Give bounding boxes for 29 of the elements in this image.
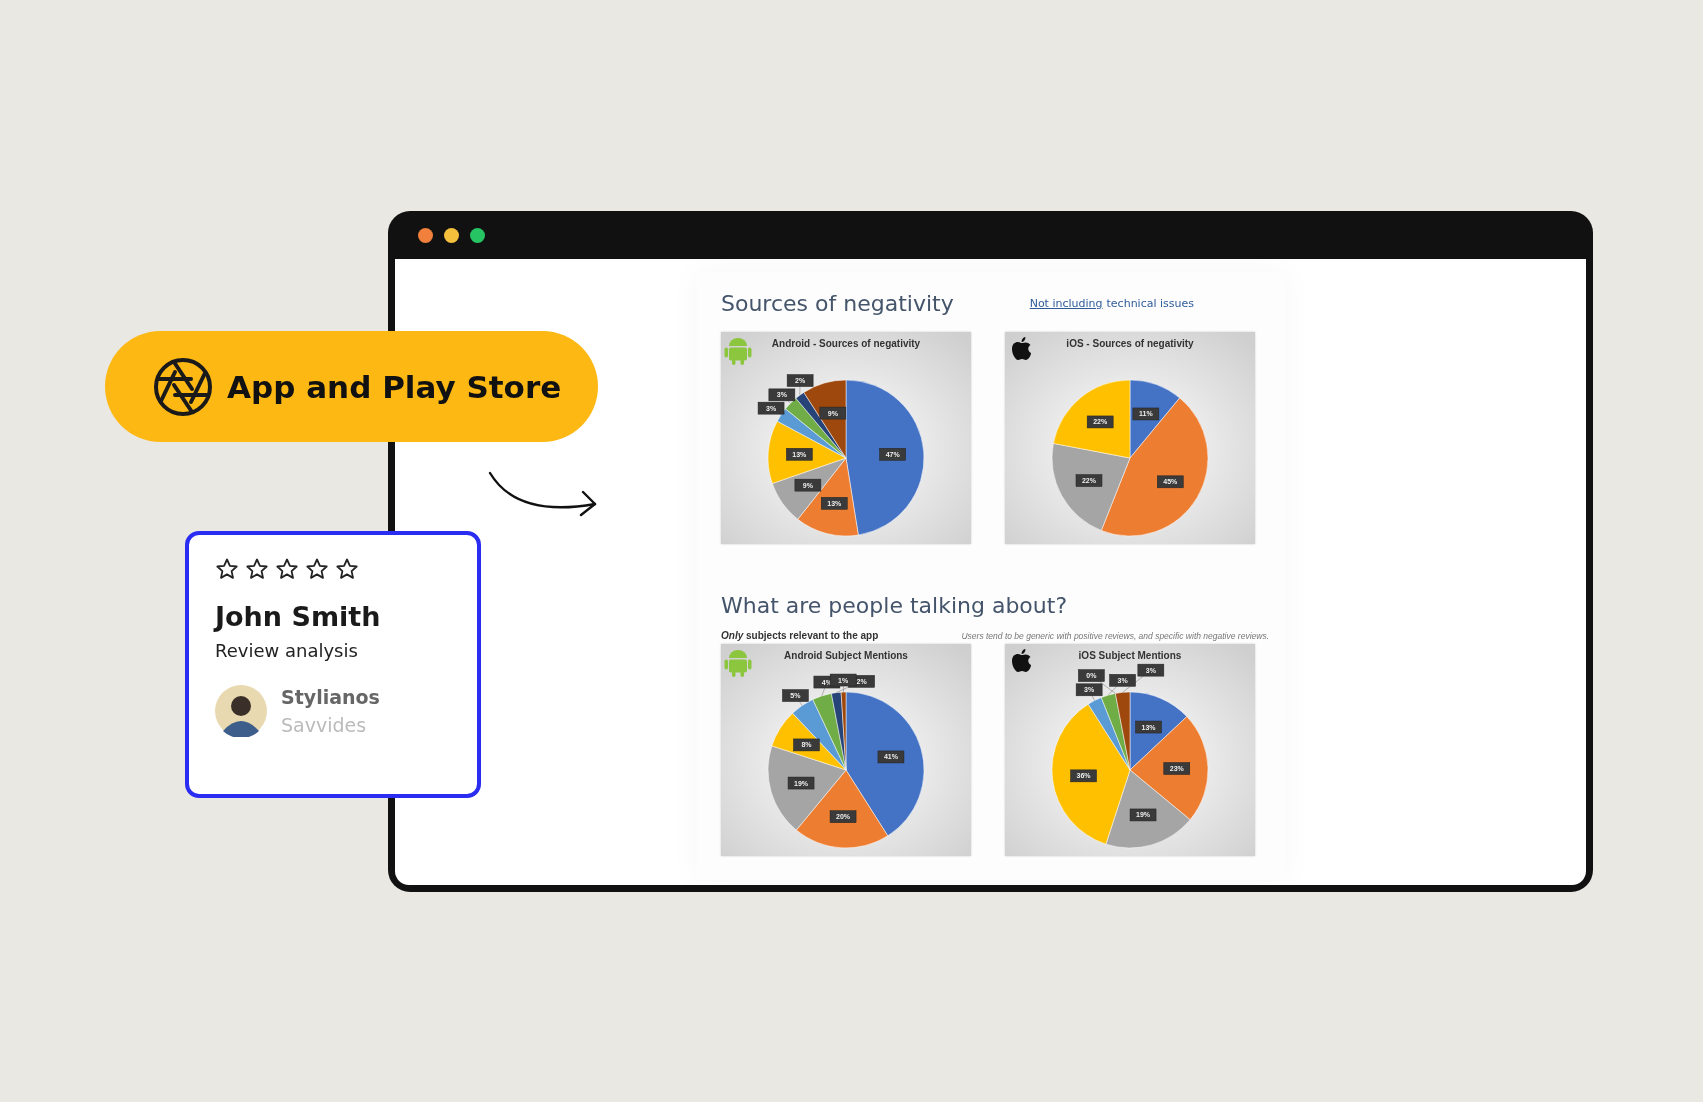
star-icon	[275, 557, 299, 581]
reviewer-name: John Smith	[215, 601, 382, 632]
author-first-name: Stylianos	[281, 686, 380, 708]
maximize-icon[interactable]	[470, 227, 485, 243]
remark: Users tend to be generic with positive reviews, and specific with negative reviews.	[961, 631, 1269, 641]
chart-title: iOS - Sources of negativity	[1066, 338, 1194, 349]
chart-title: Android Subject Mentions	[784, 650, 908, 661]
star-icon	[215, 557, 239, 581]
card-subtitle: Review analysis	[215, 640, 359, 661]
note-text: technical issues	[1106, 296, 1194, 310]
chart-title: iOS Subject Mentions	[1078, 650, 1182, 661]
section-heading: Sources of negativity	[721, 290, 954, 316]
android-icon	[724, 650, 752, 677]
apple-icon	[1012, 337, 1031, 360]
section-heading: What are people talking about?	[721, 592, 1068, 618]
apple-icon	[1012, 649, 1031, 672]
android-icon	[724, 338, 752, 365]
note-link[interactable]: Not including	[1029, 296, 1103, 310]
star-icon	[245, 557, 269, 581]
subtitle: Only subjects relevant to the app	[721, 630, 879, 641]
author-last-name: Savvides	[281, 714, 368, 736]
close-icon[interactable]	[418, 227, 433, 243]
minimize-icon[interactable]	[444, 227, 459, 243]
star-icon	[335, 557, 359, 581]
chart-title: Android - Sources of negativity	[771, 338, 921, 349]
star-icon	[305, 557, 329, 581]
aperture-icon	[153, 356, 213, 417]
badge-label: App and Play Store	[227, 368, 562, 405]
avatar	[215, 685, 267, 737]
